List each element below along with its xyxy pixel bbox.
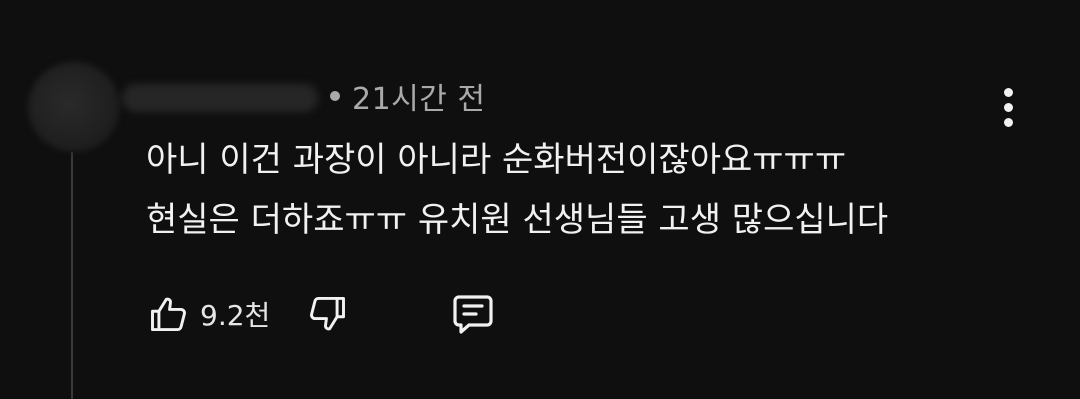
comment-actions: 9.2천 [144,286,498,342]
comment-line: 아니 이건 과장이 아니라 순화버전이잖아요ㅠㅠㅠ [146,140,847,180]
like-count: 9.2천 [200,299,271,332]
thumbs-down-icon [310,296,346,331]
like-button[interactable] [144,289,194,339]
comment-text: 아니 이건 과장이 아니라 순화버전이잖아요ㅠㅠㅠ 현실은 더하죠ㅠㅠ 유치원 … [146,130,1026,250]
dislike-button[interactable] [302,289,352,339]
comment-line: 현실은 더하죠ㅠㅠ 유치원 선생님들 고생 많으십니다 [146,200,889,240]
username-redacted[interactable] [122,84,318,112]
thread-line [71,152,73,399]
separator-dot [330,91,340,101]
comment-icon [453,295,493,334]
reply-button[interactable] [448,289,498,339]
more-options-button[interactable] [994,82,1022,132]
avatar[interactable] [28,62,120,152]
thumbs-up-icon [151,297,186,332]
timestamp: 21시간 전 [352,82,486,117]
comment-meta: 21시간 전 [330,78,486,117]
more-vertical-icon [1003,87,1013,97]
